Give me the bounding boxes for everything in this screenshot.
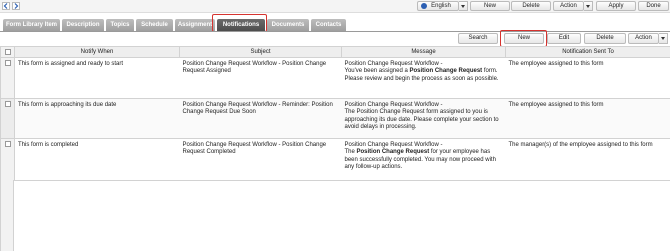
done-button[interactable]: Done	[638, 1, 669, 11]
notifications-tab-highlight	[212, 14, 267, 32]
select-all-checkbox[interactable]	[4, 49, 11, 55]
table-row[interactable]: This form is assigned and ready to start…	[0, 57, 670, 99]
tab-schedule[interactable]: Schedule	[136, 19, 173, 31]
tab-documents[interactable]: Documents	[267, 19, 309, 31]
header-notification-sent-to[interactable]: Notification Sent To	[505, 46, 670, 58]
header-message[interactable]: Message	[341, 46, 506, 58]
message-text: You've been assigned a	[344, 68, 410, 75]
apply-button[interactable]: Apply	[596, 1, 636, 11]
action-button[interactable]: Action	[553, 1, 584, 11]
message-cell: Position Change Request Workflow - The Po…	[341, 138, 506, 181]
sent-to-cell: The employee assigned to this form	[505, 57, 670, 99]
delete-button[interactable]: Delete	[511, 1, 551, 11]
sent-to-cell: The employee assigned to this form	[505, 98, 670, 139]
row-checkbox[interactable]	[4, 60, 11, 66]
select-all-cell	[0, 46, 15, 58]
subject-cell: Position Change Request Workflow - Remin…	[179, 98, 342, 139]
row-checkbox[interactable]	[4, 101, 11, 107]
message-text: The Position Change Request form assigne…	[344, 109, 499, 130]
tab-description[interactable]: Description	[62, 19, 104, 31]
language-select[interactable]: English	[417, 1, 459, 11]
message-cell: Position Change Request Workflow - You've…	[341, 57, 506, 99]
table-header-row: Notify When Subject Message Notification…	[0, 46, 670, 58]
message-text: The	[344, 149, 357, 156]
tab-divider	[0, 31, 670, 32]
checkbox-column-filler	[0, 180, 14, 251]
action-dropdown-caret[interactable]	[584, 1, 593, 11]
subject-cell: Position Change Request Workflow - Posit…	[179, 138, 342, 181]
tab-contacts[interactable]: Contacts	[311, 19, 346, 31]
row-select-cell	[0, 57, 15, 99]
notify-when-cell: This form is assigned and ready to start	[14, 57, 180, 99]
chevron-left-icon	[3, 3, 8, 9]
message-bold-text: Position Change Request	[409, 68, 483, 75]
table-row[interactable]: This form is approaching its due date Po…	[0, 98, 670, 139]
edit-button[interactable]: Edit	[547, 33, 581, 44]
new-button[interactable]: New	[470, 1, 510, 11]
notify-when-cell: This form is approaching its due date	[14, 98, 180, 139]
message-lead: Position Change Request Workflow -	[344, 142, 443, 148]
prev-record-button[interactable]	[2, 2, 10, 10]
new-button-highlight	[500, 30, 547, 47]
search-button[interactable]: Search	[458, 33, 498, 44]
grid-action-dropdown-caret[interactable]	[659, 33, 668, 44]
tab-topics[interactable]: Topics	[106, 19, 134, 31]
language-dropdown-caret[interactable]	[459, 1, 468, 11]
grid-delete-button[interactable]: Delete	[584, 33, 626, 44]
message-cell: Position Change Request Workflow - The Po…	[341, 98, 506, 139]
row-select-cell	[0, 98, 15, 139]
header-notify-when[interactable]: Notify When	[14, 46, 180, 58]
next-record-button[interactable]	[12, 2, 20, 10]
row-select-cell	[0, 138, 15, 181]
tab-form-library-item[interactable]: Form Library Item	[3, 19, 60, 31]
grid-action-button[interactable]: Action	[628, 33, 659, 44]
chevron-right-icon	[14, 3, 19, 9]
message-bold-text: Position Change Request	[356, 149, 430, 156]
sent-to-cell: The manager(s) of the employee assigned …	[505, 138, 670, 181]
message-lead: Position Change Request Workflow -	[344, 102, 443, 108]
top-toolbar: English New Delete Action Apply Done	[0, 0, 670, 13]
globe-icon	[421, 3, 427, 9]
message-lead: Position Change Request Workflow -	[344, 61, 443, 67]
row-checkbox[interactable]	[4, 141, 11, 147]
header-subject[interactable]: Subject	[179, 46, 342, 58]
table-row[interactable]: This form is completed Position Change R…	[0, 138, 670, 181]
notify-when-cell: This form is completed	[14, 138, 180, 181]
notifications-table: Notify When Subject Message Notification…	[0, 46, 670, 181]
tab-assignment[interactable]: Assignment	[175, 19, 215, 31]
subject-cell: Position Change Request Workflow - Posit…	[179, 57, 342, 99]
